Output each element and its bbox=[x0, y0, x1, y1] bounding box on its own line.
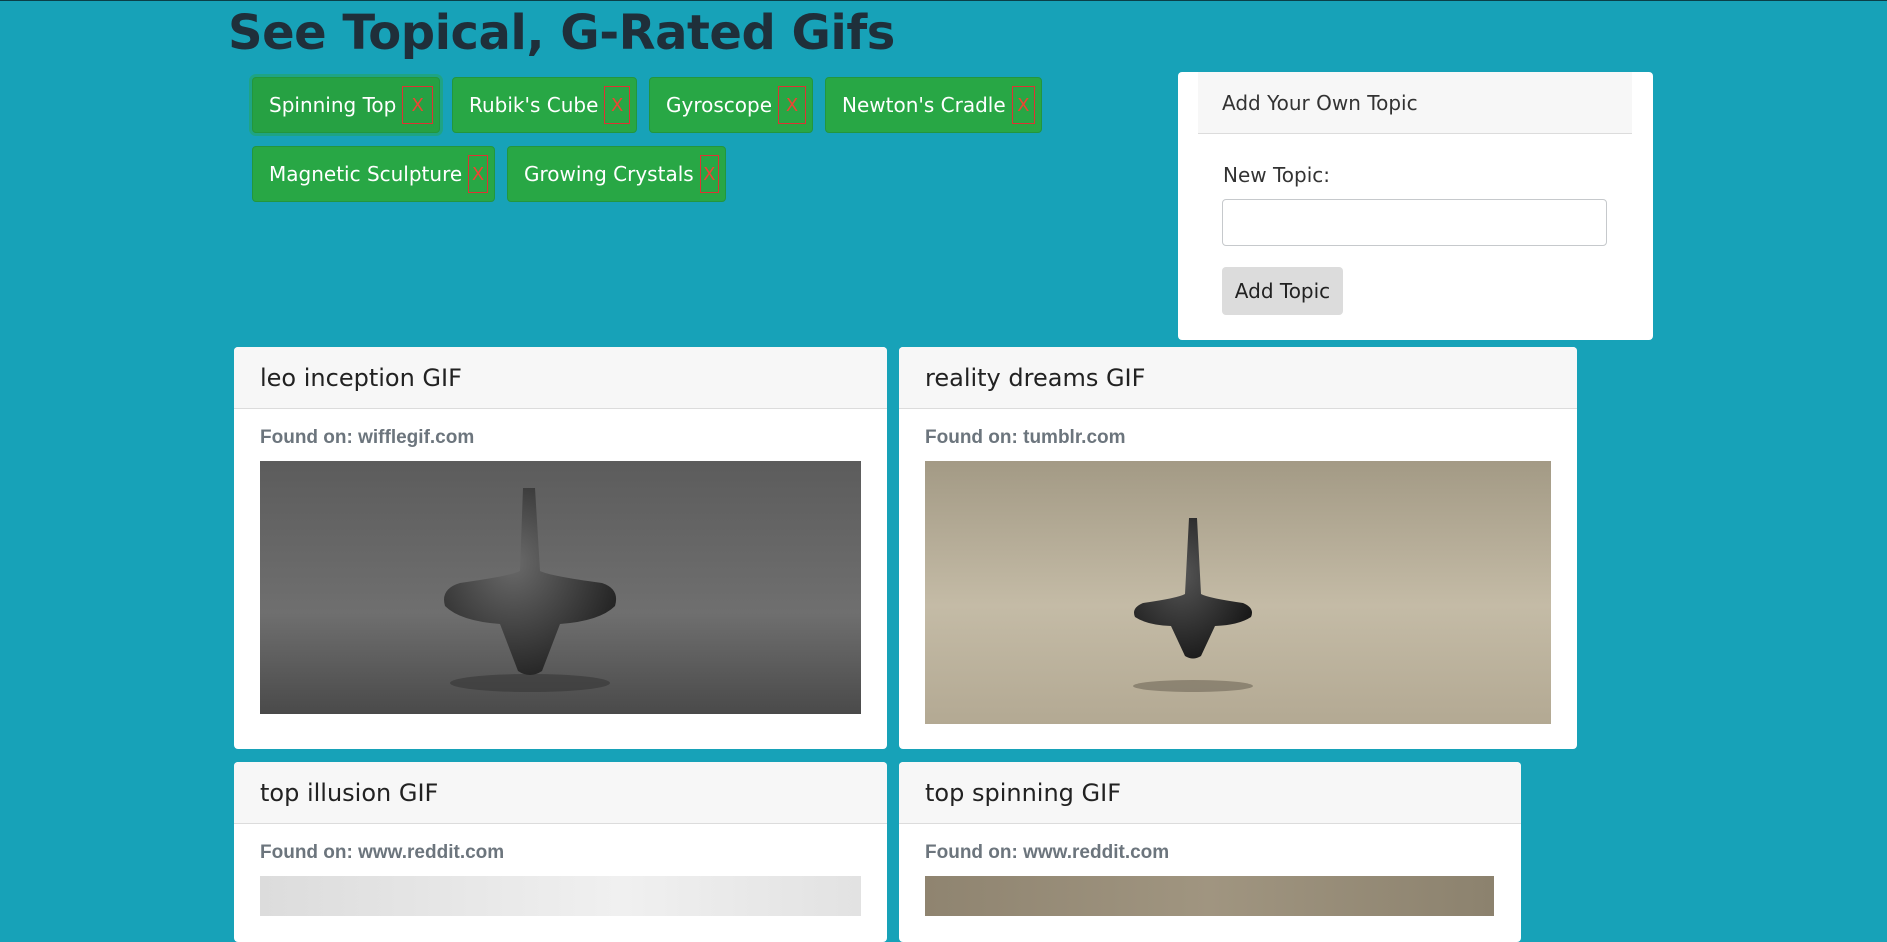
remove-topic-button[interactable]: X bbox=[1011, 86, 1035, 124]
gif-card-source: Found on: wifflegif.com bbox=[260, 427, 475, 448]
gif-card: reality dreams GIF Found on: tumblr.com bbox=[899, 347, 1577, 749]
topic-button-growing-crystals[interactable]: Growing Crystals X bbox=[507, 146, 726, 202]
topic-label: Growing Crystals bbox=[524, 162, 694, 186]
remove-topic-button[interactable]: X bbox=[778, 86, 806, 124]
remove-topic-button[interactable]: X bbox=[468, 155, 488, 193]
gif-card: leo inception GIF Found on: wifflegif.co… bbox=[234, 347, 887, 749]
gif-card-title: leo inception GIF bbox=[234, 347, 887, 409]
remove-topic-button[interactable]: X bbox=[402, 86, 433, 124]
new-topic-label: New Topic: bbox=[1223, 163, 1331, 187]
gif-card-source: Found on: tumblr.com bbox=[925, 427, 1126, 448]
gif-image[interactable] bbox=[925, 461, 1551, 724]
topic-button-gyroscope[interactable]: Gyroscope X bbox=[649, 77, 813, 133]
topic-button-rubiks-cube[interactable]: Rubik's Cube X bbox=[452, 77, 637, 133]
gif-card: top illusion GIF Found on: www.reddit.co… bbox=[234, 762, 887, 942]
spinning-top-image bbox=[260, 461, 861, 714]
topic-button-magnetic-sculpture[interactable]: Magnetic Sculpture X bbox=[252, 146, 495, 202]
gif-card: top spinning GIF Found on: www.reddit.co… bbox=[899, 762, 1521, 942]
gif-image[interactable] bbox=[260, 461, 861, 714]
new-topic-input[interactable] bbox=[1222, 199, 1607, 246]
gif-card-title: reality dreams GIF bbox=[899, 347, 1577, 409]
gif-card-source: Found on: www.reddit.com bbox=[925, 842, 1170, 863]
spinning-top-image bbox=[925, 461, 1551, 724]
topic-label: Gyroscope bbox=[666, 93, 773, 117]
topic-button-newtons-cradle[interactable]: Newton's Cradle X bbox=[825, 77, 1042, 133]
topic-label: Magnetic Sculpture bbox=[269, 162, 463, 186]
gif-image[interactable] bbox=[260, 876, 861, 916]
page-title: See Topical, G-Rated Gifs bbox=[228, 5, 895, 61]
add-topic-panel: Add Your Own Topic New Topic: Add Topic bbox=[1178, 72, 1653, 340]
gif-card-title: top illusion GIF bbox=[234, 762, 887, 824]
gif-card-source: Found on: www.reddit.com bbox=[260, 842, 505, 863]
add-topic-panel-header: Add Your Own Topic bbox=[1198, 72, 1632, 134]
remove-topic-button[interactable]: X bbox=[699, 155, 719, 193]
topic-label: Newton's Cradle bbox=[842, 93, 1006, 117]
remove-topic-button[interactable]: X bbox=[604, 86, 630, 124]
topic-button-spinning-top[interactable]: Spinning Top X bbox=[252, 77, 440, 133]
topic-label: Rubik's Cube bbox=[469, 93, 599, 117]
add-topic-button[interactable]: Add Topic bbox=[1222, 267, 1343, 315]
topic-label: Spinning Top bbox=[269, 93, 397, 117]
gif-image[interactable] bbox=[925, 876, 1494, 916]
gif-card-title: top spinning GIF bbox=[899, 762, 1521, 824]
